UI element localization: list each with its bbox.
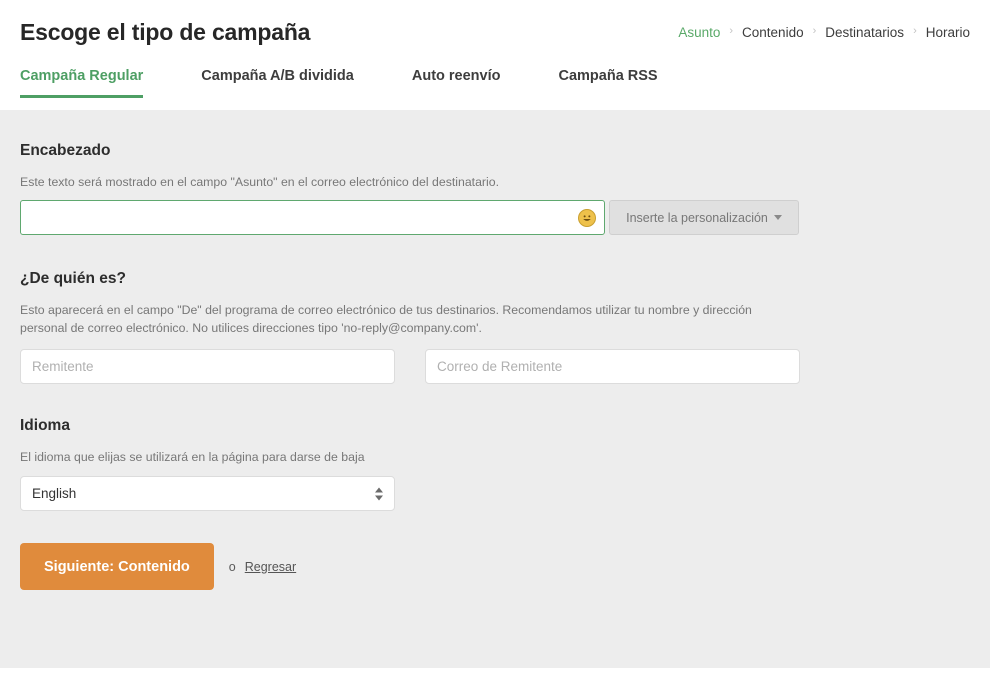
- breadcrumb-separator-icon: ›: [812, 25, 817, 37]
- or-label: o: [228, 559, 236, 574]
- smiley-face-icon[interactable]: [578, 208, 596, 227]
- sender-name-input[interactable]: [20, 349, 395, 384]
- breadcrumb-separator-icon: ›: [729, 25, 734, 37]
- subject-row: Inserte la personalización: [20, 200, 799, 235]
- breadcrumb-item-horario[interactable]: Horario: [926, 25, 970, 40]
- form-actions: Siguiente: Contenido o Regresar: [20, 543, 296, 590]
- section-title-encabezado: Encabezado: [20, 142, 111, 159]
- breadcrumb-item-contenido[interactable]: Contenido: [742, 25, 804, 40]
- tab-campana-ab-dividida[interactable]: Campaña A/B dividida: [201, 68, 354, 98]
- page-title: Escoge el tipo de campaña: [20, 19, 311, 45]
- language-select[interactable]: English: [20, 476, 395, 511]
- section-description-encabezado: Este texto será mostrado en el campo "As…: [20, 175, 500, 189]
- breadcrumb-item-destinatarios[interactable]: Destinatarios: [825, 25, 904, 40]
- insert-personalization-label: Inserte la personalización: [626, 210, 768, 225]
- stepper-updown-icon: [375, 487, 383, 500]
- section-title-remitente: ¿De quién es?: [20, 270, 126, 287]
- tab-auto-reenvio[interactable]: Auto reenvío: [412, 68, 501, 98]
- subject-input-wrapper: [20, 200, 605, 235]
- campaign-type-tabs: Campaña Regular Campaña A/B dividida Aut…: [20, 68, 658, 98]
- tab-campana-rss[interactable]: Campaña RSS: [558, 68, 657, 98]
- section-description-remitente: Esto aparecerá en el campo "De" del prog…: [20, 303, 752, 335]
- caret-down-icon: [773, 215, 782, 220]
- tab-campana-regular[interactable]: Campaña Regular: [20, 68, 144, 98]
- breadcrumb: Asunto › Contenido › Destinatarios › Hor…: [678, 25, 970, 40]
- breadcrumb-item-asunto[interactable]: Asunto: [678, 25, 720, 40]
- insert-personalization-button[interactable]: Inserte la personalización: [609, 200, 799, 235]
- language-select-value: English: [32, 486, 77, 501]
- section-description-idioma: El idioma que elijas se utilizará en la …: [20, 450, 365, 464]
- subject-input[interactable]: [21, 201, 604, 234]
- campaign-setup-page: Escoge el tipo de campaña Asunto › Conte…: [0, 0, 990, 675]
- next-content-button[interactable]: Siguiente: Contenido: [20, 543, 214, 590]
- language-select-wrapper: English: [20, 476, 395, 511]
- page-header: Escoge el tipo de campaña Asunto › Conte…: [0, 0, 990, 110]
- section-title-idioma: Idioma: [20, 417, 70, 434]
- breadcrumb-separator-icon: ›: [913, 25, 917, 37]
- sender-fields-row: [20, 349, 800, 384]
- back-link[interactable]: Regresar: [245, 560, 296, 574]
- footer-strip: [0, 668, 990, 675]
- sender-email-input[interactable]: [425, 349, 800, 384]
